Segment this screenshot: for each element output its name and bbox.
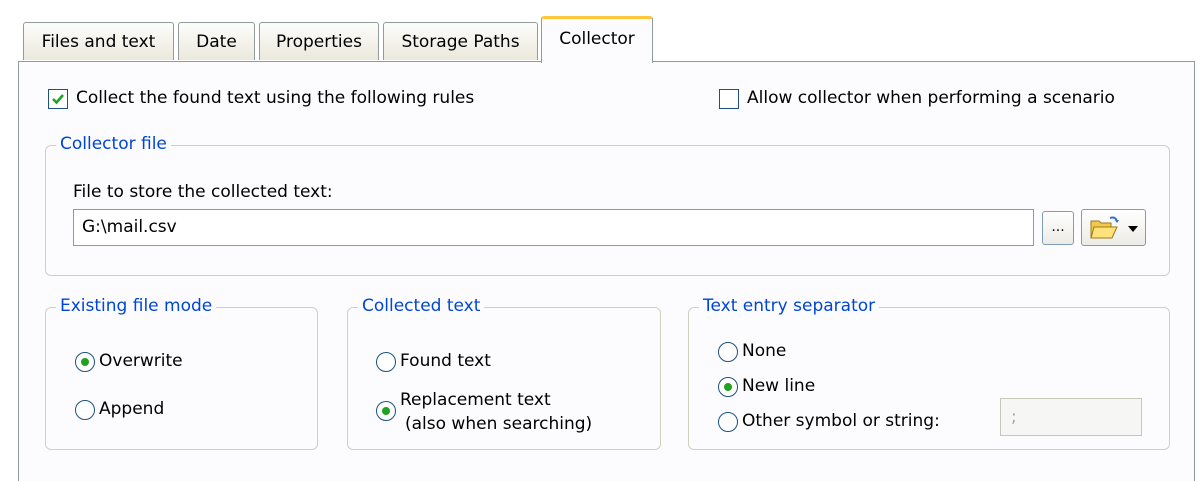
collected-text-group: Collected text Found text Replacement te… — [347, 296, 661, 450]
separator-new-line-label[interactable]: New line — [742, 376, 815, 396]
separator-none-label[interactable]: None — [742, 341, 786, 361]
overwrite-label[interactable]: Overwrite — [99, 351, 183, 371]
collector-file-legend: Collector file — [56, 134, 171, 154]
tab-storage-paths[interactable]: Storage Paths — [383, 22, 538, 60]
collect-rules-label[interactable]: Collect the found text using the followi… — [76, 88, 474, 108]
chevron-down-icon — [1128, 226, 1138, 232]
collect-rules-checkbox[interactable] — [48, 89, 68, 109]
replacement-text-sublabel[interactable]: (also when searching) — [405, 414, 592, 434]
existing-file-mode-group: Existing file mode Overwrite Append — [45, 296, 318, 450]
collector-file-input[interactable]: G:\mail.csv — [73, 209, 1034, 246]
separator-none-radio[interactable] — [718, 342, 738, 362]
tab-strip: Files and text Date Properties Storage P… — [0, 0, 1202, 63]
separator-other-label[interactable]: Other symbol or string: — [742, 411, 940, 431]
collected-text-legend: Collected text — [358, 296, 485, 316]
found-text-label[interactable]: Found text — [400, 351, 491, 371]
found-text-radio[interactable] — [376, 352, 396, 372]
append-label[interactable]: Append — [99, 399, 164, 419]
open-folder-icon — [1090, 216, 1119, 239]
other-separator-input[interactable]: ; — [1000, 398, 1142, 436]
separator-new-line-radio[interactable] — [718, 377, 738, 397]
tab-files-and-text[interactable]: Files and text — [23, 22, 174, 60]
collector-panel: Collect the found text using the followi… — [18, 61, 1195, 481]
browse-button[interactable]: ... — [1042, 211, 1074, 245]
text-entry-separator-legend: Text entry separator — [699, 296, 880, 316]
tab-properties[interactable]: Properties — [259, 22, 379, 60]
existing-file-mode-legend: Existing file mode — [56, 296, 217, 316]
tab-collector[interactable]: Collector — [541, 16, 653, 63]
replacement-text-label[interactable]: Replacement text — [400, 390, 551, 410]
collector-file-group: Collector file File to store the collect… — [45, 134, 1170, 276]
allow-scenario-checkbox[interactable] — [719, 89, 739, 109]
tab-date[interactable]: Date — [178, 22, 255, 60]
overwrite-radio[interactable] — [75, 352, 95, 372]
allow-scenario-label[interactable]: Allow collector when performing a scenar… — [747, 88, 1115, 108]
separator-other-radio[interactable] — [718, 412, 738, 432]
text-entry-separator-group: Text entry separator None New line Other… — [688, 296, 1170, 450]
append-radio[interactable] — [75, 400, 95, 420]
checkmark-icon — [52, 94, 64, 105]
file-to-store-label: File to store the collected text: — [73, 182, 333, 202]
open-folder-dropdown-button[interactable] — [1081, 209, 1146, 246]
replacement-text-radio[interactable] — [376, 401, 396, 421]
